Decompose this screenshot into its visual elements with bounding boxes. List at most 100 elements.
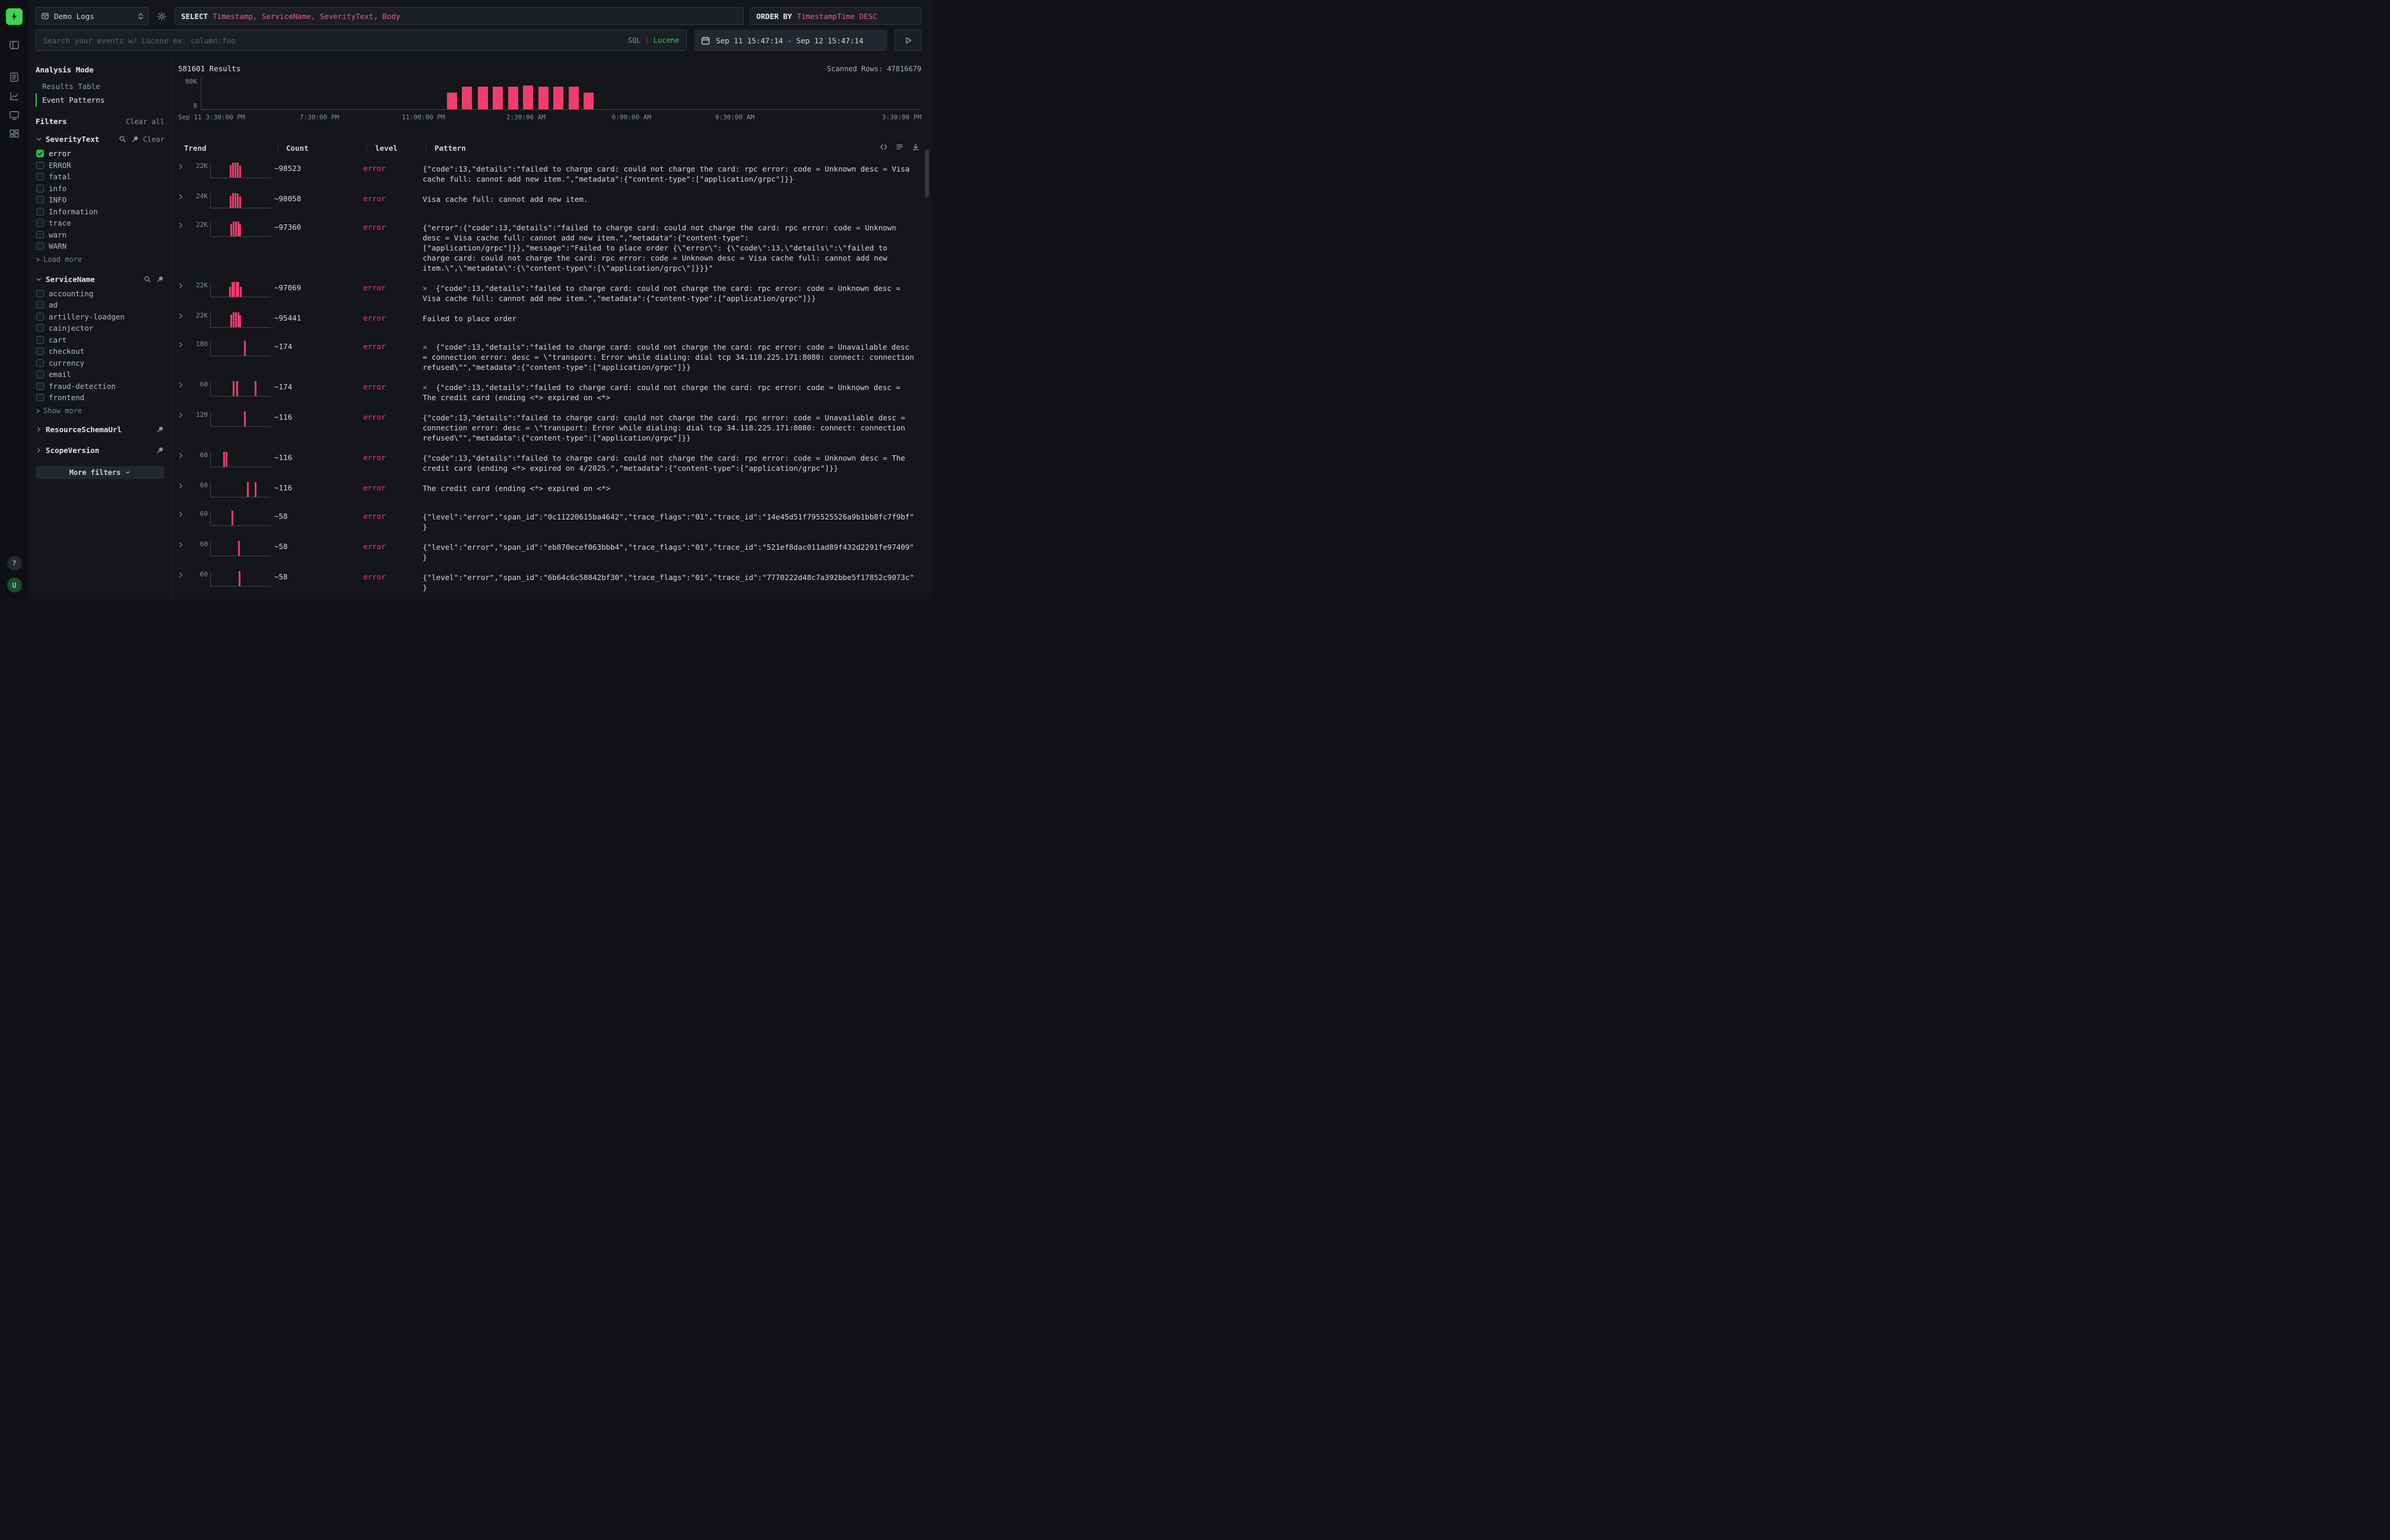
run-query-button[interactable] xyxy=(895,30,921,51)
pattern-row[interactable]: 22K ~95441 error × Failed to place order xyxy=(178,307,921,335)
checkbox[interactable] xyxy=(36,370,44,378)
expand-row-icon[interactable] xyxy=(178,571,191,581)
pattern-text-cell[interactable]: × {"code":13,"details":"failed to charge… xyxy=(423,340,921,372)
pattern-text-cell[interactable]: × {"level":"error","span_id":"eb870ecef0… xyxy=(423,540,921,562)
pattern-row[interactable]: 60 ~174 error × {"code":13,"details":"fa… xyxy=(178,376,921,406)
source-select[interactable]: Demo Logs xyxy=(36,7,148,25)
filter-group-collapsed[interactable]: ScopeVersion xyxy=(36,442,164,459)
pattern-row[interactable]: 120 ~116 error × {"code":13,"details":"f… xyxy=(178,406,921,446)
pattern-row[interactable]: 60 ~116 error × The credit card (ending … xyxy=(178,477,921,505)
checkbox[interactable] xyxy=(36,242,44,250)
help-button[interactable]: ? xyxy=(7,556,22,571)
clear-severity-link[interactable]: Clear xyxy=(143,135,164,144)
pattern-row[interactable]: 60 ~58 error × {"level":"error","span_id… xyxy=(178,505,921,535)
pattern-row[interactable]: 60 ~116 error × {"code":13,"details":"fa… xyxy=(178,446,921,477)
checkbox[interactable] xyxy=(36,219,44,227)
select-query-input[interactable]: SELECT Timestamp, ServiceName, SeverityT… xyxy=(175,7,744,25)
column-header-count[interactable]: ⋮ Count xyxy=(274,144,363,153)
filter-group-collapsed[interactable]: ResourceSchemaUrl xyxy=(36,421,164,438)
pattern-text-cell[interactable]: × {"error":{"code":13,"details":"failed … xyxy=(423,221,921,273)
expand-row-icon[interactable] xyxy=(178,162,191,172)
expand-row-icon[interactable] xyxy=(178,281,191,291)
pattern-text-cell[interactable]: × {"code":13,"details":"failed to charge… xyxy=(423,411,921,443)
expand-row-icon[interactable] xyxy=(178,411,191,421)
severity-filter-option[interactable]: ERROR xyxy=(36,160,164,172)
checkbox[interactable] xyxy=(36,382,44,390)
pattern-text-cell[interactable]: × {"code":13,"details":"failed to charge… xyxy=(423,281,921,303)
pattern-row[interactable]: 60 ~58 error × {"level":"error","span_id… xyxy=(178,566,921,596)
column-header-level[interactable]: ⋮ level xyxy=(363,144,423,153)
service-filter-option[interactable]: ad xyxy=(36,299,164,311)
severity-filter-option[interactable]: INFO xyxy=(36,194,164,206)
column-resize-handle[interactable]: ⋮ xyxy=(423,144,430,152)
filter-group-servicename[interactable]: ServiceName xyxy=(36,271,164,288)
checkbox[interactable] xyxy=(36,301,44,309)
checkbox[interactable] xyxy=(36,359,44,367)
checkbox[interactable] xyxy=(36,394,44,401)
pattern-row[interactable]: 60 ~58 error × {"level":"error","span_id… xyxy=(178,535,921,566)
scrollbar-thumb[interactable] xyxy=(925,150,929,197)
pattern-text-cell[interactable]: × Failed to place order xyxy=(423,312,921,324)
expand-row-icon[interactable] xyxy=(178,540,191,550)
checkbox[interactable] xyxy=(36,161,44,169)
severity-filter-option[interactable]: warn xyxy=(36,229,164,241)
pattern-row[interactable]: 180 ~174 error × {"code":13,"details":"f… xyxy=(178,335,921,376)
pin-filter-icon[interactable] xyxy=(131,135,140,144)
expand-row-icon[interactable] xyxy=(178,381,191,391)
pattern-row[interactable]: 22K ~97360 error × {"error":{"code":13,"… xyxy=(178,216,921,277)
service-filter-option[interactable]: artillery-loadgen xyxy=(36,311,164,323)
checkbox[interactable] xyxy=(36,336,44,344)
checkbox[interactable] xyxy=(36,173,44,180)
analysis-mode-option[interactable]: Event Patterns xyxy=(36,93,164,107)
code-view-icon[interactable] xyxy=(879,142,888,151)
pattern-text-cell[interactable]: × {"level":"error","span_id":"6b64c6c588… xyxy=(423,571,921,592)
checkbox[interactable] xyxy=(36,231,44,239)
search-logs-icon[interactable] xyxy=(8,71,20,83)
pattern-row[interactable]: 24K ~98058 error × Visa cache full: cann… xyxy=(178,188,921,216)
lucene-mode-toggle[interactable]: Lucene xyxy=(654,36,679,45)
checkbox[interactable] xyxy=(36,290,44,297)
severity-filter-option[interactable]: Information xyxy=(36,206,164,218)
column-resize-handle[interactable]: ⋮ xyxy=(274,144,281,152)
column-resize-handle[interactable]: ⋮ xyxy=(363,144,370,152)
wrap-lines-icon[interactable] xyxy=(895,142,904,151)
pin-filter-icon[interactable] xyxy=(156,275,164,284)
service-filter-option[interactable]: checkout xyxy=(36,346,164,357)
filter-search-icon[interactable] xyxy=(118,135,127,144)
user-avatar[interactable]: U xyxy=(7,578,22,592)
pattern-row[interactable]: 22K ~98523 error × {"code":13,"details":… xyxy=(178,157,921,188)
checkbox[interactable] xyxy=(36,324,44,332)
service-filter-option[interactable]: email xyxy=(36,369,164,381)
checkbox[interactable] xyxy=(36,208,44,216)
expand-row-icon[interactable] xyxy=(178,221,191,231)
severity-filter-option[interactable]: info xyxy=(36,183,164,195)
pin-filter-icon[interactable] xyxy=(156,425,164,434)
pattern-row[interactable]: 60 ~58 error × {"level":"error","span_id… xyxy=(178,596,921,600)
download-icon[interactable] xyxy=(911,142,920,151)
checkbox[interactable] xyxy=(36,196,44,204)
expand-row-icon[interactable] xyxy=(178,481,191,492)
column-header-pattern[interactable]: ⋮ Pattern xyxy=(423,144,875,153)
service-filter-option[interactable]: cainjector xyxy=(36,322,164,334)
service-filter-option[interactable]: accounting xyxy=(36,288,164,300)
filter-group-severitytext[interactable]: SeverityText Clear xyxy=(36,131,164,148)
clear-all-filters-link[interactable]: Clear all xyxy=(126,118,164,126)
pattern-text-cell[interactable]: × {"code":13,"details":"failed to charge… xyxy=(423,451,921,473)
sql-mode-toggle[interactable]: SQL xyxy=(628,36,641,45)
analysis-mode-option[interactable]: Results Table xyxy=(36,80,164,93)
service-filter-option[interactable]: cart xyxy=(36,334,164,346)
checkbox[interactable] xyxy=(36,150,44,157)
pattern-text-cell[interactable]: × Visa cache full: cannot add new item. xyxy=(423,192,921,204)
service-filter-option[interactable]: frontend xyxy=(36,392,164,404)
pattern-text-cell[interactable]: × {"level":"error","span_id":"0c11220615… xyxy=(423,510,921,532)
load-more-link[interactable]: Load more xyxy=(36,254,164,266)
severity-filter-option[interactable]: WARN xyxy=(36,240,164,252)
histogram-plot[interactable] xyxy=(201,78,921,110)
app-logo[interactable] xyxy=(6,8,23,25)
expand-row-icon[interactable] xyxy=(178,312,191,322)
pattern-text-cell[interactable]: × The credit card (ending <*> expired on… xyxy=(423,481,921,493)
checkbox[interactable] xyxy=(36,313,44,321)
sessions-monitor-icon[interactable] xyxy=(8,109,20,121)
checkbox[interactable] xyxy=(36,347,44,355)
pattern-row[interactable]: 22K ~97069 error × {"code":13,"details":… xyxy=(178,277,921,307)
